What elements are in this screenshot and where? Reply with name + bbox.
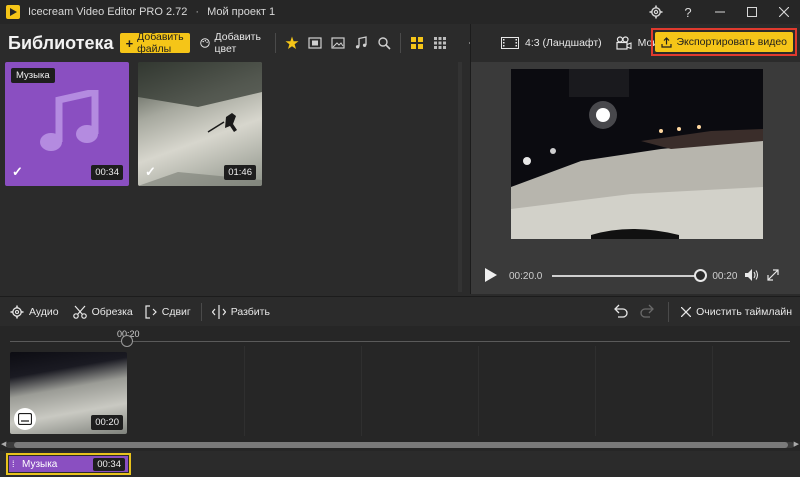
music-clip[interactable]: ⁞ Музыка 00:34 bbox=[9, 456, 128, 472]
add-color-label: Добавить цвет bbox=[214, 31, 261, 55]
current-time: 00:20.0 bbox=[509, 270, 543, 282]
add-files-button[interactable]: + Добавить файлы bbox=[119, 31, 190, 55]
toolbar-divider bbox=[399, 33, 401, 53]
music-clip-label: Музыка bbox=[22, 458, 58, 470]
item-duration: 00:34 bbox=[91, 165, 123, 180]
timeline-gridline bbox=[361, 346, 362, 436]
image-filter-icon[interactable] bbox=[331, 36, 345, 50]
shift-label: Сдвиг bbox=[161, 305, 191, 318]
total-time: 00:20 bbox=[712, 270, 738, 282]
shift-button[interactable]: Сдвиг bbox=[145, 304, 191, 319]
palette-icon bbox=[199, 38, 210, 48]
library-item-music[interactable]: Музыка ✓ 00:34 bbox=[5, 62, 129, 186]
minimize-icon[interactable] bbox=[704, 0, 736, 24]
maximize-icon[interactable] bbox=[736, 0, 768, 24]
add-color-button[interactable]: Добавить цвет bbox=[199, 31, 265, 55]
camera-icon bbox=[616, 36, 632, 50]
aspect-ratio-label: 4:3 (Ландшафт) bbox=[525, 37, 602, 49]
help-icon[interactable]: ? bbox=[672, 0, 704, 24]
seek-handle[interactable] bbox=[694, 269, 708, 282]
star-filter-icon[interactable] bbox=[285, 36, 299, 50]
timeline-gridline bbox=[478, 346, 479, 436]
clear-timeline-button[interactable]: Очистить таймлайн bbox=[681, 306, 792, 318]
playback-controls: 00:20.0 00:20 bbox=[471, 264, 800, 288]
library-grid: Музыка ✓ 00:34 ✓ 01:46 bbox=[0, 62, 466, 294]
video-frame-image bbox=[511, 69, 763, 257]
aspect-ratio-icon bbox=[501, 37, 519, 49]
audio-button[interactable]: Аудио bbox=[10, 305, 59, 319]
edit-toolbar: Аудио Обрезка Сдвиг Разбить Очистить тай… bbox=[0, 296, 800, 326]
trim-button[interactable]: Обрезка bbox=[72, 305, 133, 319]
playhead-handle[interactable] bbox=[121, 335, 133, 347]
timeline: 00:20 00:20 ◀ ▶ bbox=[0, 326, 800, 451]
app-logo-icon bbox=[6, 5, 20, 19]
undo-icon[interactable] bbox=[612, 304, 628, 321]
volume-icon[interactable] bbox=[745, 268, 759, 284]
timeline-gridline bbox=[244, 346, 245, 436]
audio-label: Аудио bbox=[29, 305, 59, 318]
clear-timeline-label: Очистить таймлайн bbox=[696, 306, 792, 318]
video-filter-icon[interactable] bbox=[308, 36, 322, 50]
export-video-label: Экспортировать видео bbox=[676, 36, 787, 48]
toolbar-divider bbox=[200, 302, 202, 321]
trim-label: Обрезка bbox=[91, 305, 133, 318]
split-button[interactable]: Разбить bbox=[211, 304, 270, 319]
timeline-scrollbar[interactable] bbox=[6, 442, 794, 448]
selected-check-icon: ✓ bbox=[12, 164, 23, 179]
add-files-label: Добавить файлы bbox=[137, 31, 184, 55]
app-title: Icecream Video Editor PRO 2.72 bbox=[28, 6, 188, 18]
item-duration: 01:46 bbox=[224, 165, 256, 180]
toolbar-divider bbox=[668, 302, 670, 322]
preview-header: 4:3 (Ландшафт) Мои проекты Экспортироват… bbox=[470, 24, 800, 62]
clip-subtitle-icon[interactable] bbox=[14, 408, 36, 430]
settings-gear-icon[interactable] bbox=[640, 0, 672, 24]
video-preview[interactable] bbox=[511, 69, 763, 257]
split-icon bbox=[211, 304, 226, 319]
grid-small-view-icon[interactable] bbox=[433, 36, 447, 50]
export-video-button[interactable]: Экспортировать видео bbox=[655, 32, 793, 52]
timeline-video-clip[interactable]: 00:20 bbox=[10, 352, 127, 434]
aspect-ratio-button[interactable]: 4:3 (Ландшафт) bbox=[501, 37, 602, 49]
scissors-icon bbox=[72, 305, 87, 319]
search-icon[interactable] bbox=[377, 36, 391, 50]
play-icon[interactable] bbox=[485, 267, 497, 285]
title-separator: · bbox=[195, 6, 200, 18]
clip-duration: 00:20 bbox=[91, 415, 123, 430]
music-filter-icon[interactable] bbox=[354, 36, 368, 50]
scroll-right-icon[interactable]: ▶ bbox=[794, 440, 799, 448]
plus-icon: + bbox=[125, 35, 134, 51]
music-clip-highlight: ⁞ Музыка 00:34 bbox=[6, 453, 131, 475]
shift-icon bbox=[145, 304, 157, 319]
library-header: Библиотека + Добавить файлы Добавить цве… bbox=[0, 24, 476, 62]
export-upload-icon bbox=[661, 36, 673, 48]
library-item-video[interactable]: ✓ 01:46 bbox=[138, 62, 262, 186]
music-clip-duration: 00:34 bbox=[93, 457, 125, 471]
music-track: ⁞ Музыка 00:34 bbox=[0, 451, 800, 477]
timeline-scroll-thumb[interactable] bbox=[14, 442, 788, 448]
drag-handle-icon[interactable]: ⁞ bbox=[12, 460, 18, 469]
timeline-gridline bbox=[595, 346, 596, 436]
library-scrollbar[interactable] bbox=[458, 62, 462, 292]
close-icon[interactable] bbox=[768, 0, 800, 24]
title-bar: Icecream Video Editor PRO 2.72 · Мой про… bbox=[0, 0, 800, 24]
fullscreen-icon[interactable] bbox=[767, 268, 780, 284]
grid-large-view-icon[interactable] bbox=[410, 36, 424, 50]
timeline-gridline bbox=[712, 346, 713, 436]
project-name: Мой проект 1 bbox=[207, 6, 276, 18]
split-label: Разбить bbox=[230, 305, 270, 318]
seek-bar[interactable] bbox=[552, 269, 708, 282]
toolbar-divider bbox=[274, 33, 276, 53]
export-highlight: Экспортировать видео bbox=[651, 28, 797, 56]
redo-icon[interactable] bbox=[640, 304, 656, 321]
preview-panel: 00:20.0 00:20 bbox=[470, 62, 800, 294]
clear-x-icon bbox=[681, 307, 692, 317]
library-title: Библиотека bbox=[8, 32, 114, 53]
audio-settings-icon bbox=[10, 305, 24, 318]
item-tag: Музыка bbox=[11, 68, 55, 83]
music-note-icon bbox=[40, 90, 99, 151]
selected-check-icon: ✓ bbox=[145, 164, 156, 179]
